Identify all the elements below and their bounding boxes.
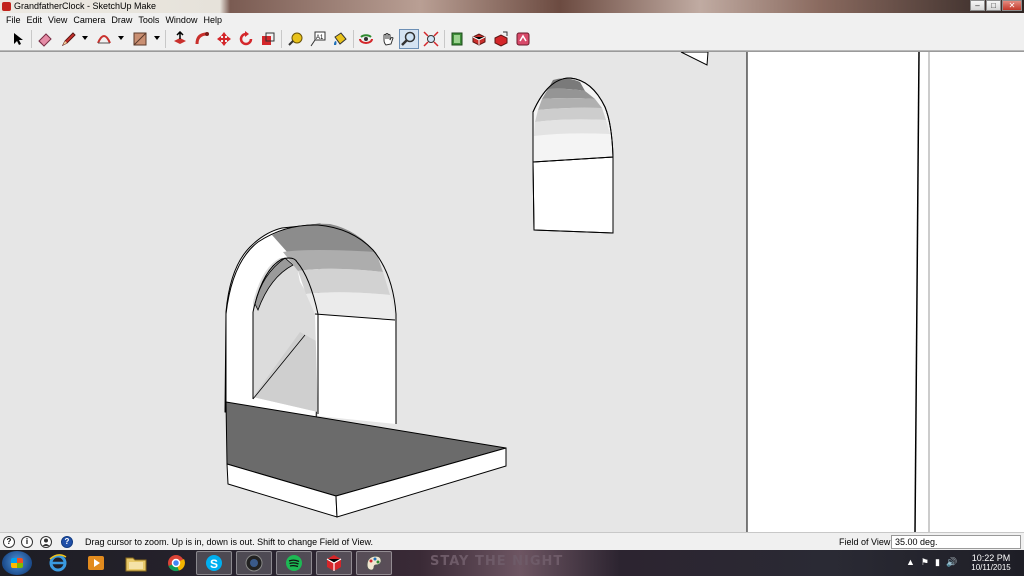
tape-measure-tool-icon[interactable] bbox=[286, 29, 306, 49]
zoom-extents-tool-icon[interactable] bbox=[421, 29, 441, 49]
model-viewport[interactable] bbox=[0, 51, 1024, 532]
pan-tool-icon[interactable] bbox=[378, 29, 398, 49]
paint-icon[interactable] bbox=[356, 551, 392, 575]
window-controls: – □ ✕ bbox=[970, 0, 1022, 11]
upper-arched-window bbox=[532, 77, 614, 234]
paint-bucket-tool-icon[interactable] bbox=[330, 29, 350, 49]
chrome-icon[interactable] bbox=[158, 551, 194, 575]
text-tool-glyph: A1 bbox=[316, 35, 324, 41]
menu-view[interactable]: View bbox=[46, 13, 71, 27]
window-title: GrandfatherClock - SketchUp Make bbox=[14, 1, 157, 11]
taskbar-wallpaper-text: STAY THE NIGHT bbox=[430, 554, 564, 569]
menu-camera[interactable]: Camera bbox=[71, 13, 109, 27]
clock-time: 10:22 PM bbox=[971, 553, 1011, 563]
system-clock[interactable]: 10:22 PM 10/11/2015 bbox=[965, 553, 1017, 573]
sketchup-app-icon bbox=[2, 2, 11, 11]
measurements-input[interactable] bbox=[891, 535, 1021, 549]
warehouse-icon[interactable] bbox=[447, 29, 467, 49]
maximize-button[interactable]: □ bbox=[986, 0, 1001, 11]
measurements-label: Field of View bbox=[839, 537, 891, 547]
scale-tool-icon[interactable] bbox=[258, 29, 278, 49]
menu-file[interactable]: File bbox=[4, 13, 25, 27]
side-panel bbox=[748, 52, 1024, 532]
menu-draw[interactable]: Draw bbox=[109, 13, 136, 27]
status-bar: ? i ? Drag cursor to zoom. Up is in, dow… bbox=[0, 532, 1024, 550]
volume-icon[interactable]: 🔊 bbox=[946, 557, 957, 568]
info-icon[interactable]: i bbox=[21, 536, 33, 548]
share-model-icon[interactable] bbox=[491, 29, 511, 49]
title-bar: GrandfatherClock - SketchUp Make – □ ✕ bbox=[0, 0, 1024, 13]
model-drawing bbox=[0, 52, 1024, 532]
pencil-line-tool-icon[interactable] bbox=[59, 29, 79, 49]
move-tool-icon[interactable] bbox=[214, 29, 234, 49]
user-icon[interactable] bbox=[40, 536, 52, 548]
system-tray: ▲ ⚑ ▮ 🔊 bbox=[906, 557, 957, 568]
windows-logo-icon bbox=[11, 558, 23, 568]
minimize-button[interactable]: – bbox=[970, 0, 985, 11]
start-button[interactable] bbox=[2, 551, 32, 575]
arc-tool-icon[interactable] bbox=[94, 29, 114, 49]
toolbar-separator bbox=[444, 30, 445, 48]
get-models-icon[interactable] bbox=[469, 29, 489, 49]
extension-warehouse-icon[interactable] bbox=[513, 29, 533, 49]
push-pull-tool-icon[interactable] bbox=[170, 29, 190, 49]
line-tool-dropdown-icon[interactable] bbox=[82, 36, 88, 40]
menu-tools[interactable]: Tools bbox=[136, 13, 163, 27]
windows-taskbar: S STAY THE NIGHT ▲ ⚑ ▮ 🔊 10:22 PM 10/11/… bbox=[0, 550, 1024, 576]
tray-expand-icon[interactable]: ▲ bbox=[906, 557, 915, 568]
toolbar-separator bbox=[165, 30, 166, 48]
skype-glyph: S bbox=[210, 557, 218, 571]
skype-icon[interactable]: S bbox=[196, 551, 232, 575]
camera-app-icon[interactable] bbox=[236, 551, 272, 575]
close-button[interactable]: ✕ bbox=[1002, 0, 1022, 11]
geo-location-icon[interactable]: ? bbox=[61, 536, 73, 548]
status-message: Drag cursor to zoom. Up is in, down is o… bbox=[85, 537, 373, 547]
action-center-icon[interactable]: ⚑ bbox=[921, 557, 929, 568]
toolbar-separator bbox=[281, 30, 282, 48]
rotate-tool-icon[interactable] bbox=[236, 29, 256, 49]
menu-bar: File Edit View Camera Draw Tools Window … bbox=[0, 13, 1024, 27]
arc-tool-dropdown-icon[interactable] bbox=[118, 36, 124, 40]
select-tool-icon[interactable] bbox=[8, 29, 28, 49]
follow-me-tool-icon[interactable] bbox=[192, 29, 212, 49]
network-icon[interactable]: ▮ bbox=[935, 557, 940, 568]
toolbar-separator bbox=[353, 30, 354, 48]
clock-date: 10/11/2015 bbox=[971, 563, 1011, 572]
menu-help[interactable]: Help bbox=[201, 13, 226, 27]
media-player-icon[interactable] bbox=[78, 551, 114, 575]
eraser-tool-icon[interactable] bbox=[35, 29, 55, 49]
spotify-icon[interactable] bbox=[276, 551, 312, 575]
file-explorer-icon[interactable] bbox=[118, 551, 154, 575]
getting-started-toolbar: A1 bbox=[0, 27, 1024, 51]
text-tool-icon[interactable]: A1 bbox=[308, 29, 328, 49]
lower-arched-opening bbox=[224, 223, 397, 428]
orbit-tool-icon[interactable] bbox=[356, 29, 376, 49]
help-icon[interactable]: ? bbox=[3, 536, 15, 548]
zoom-tool-icon[interactable] bbox=[399, 29, 419, 49]
rectangle-tool-icon[interactable] bbox=[130, 29, 150, 49]
internet-explorer-icon[interactable] bbox=[40, 551, 76, 575]
shapes-dropdown-icon[interactable] bbox=[154, 36, 160, 40]
menu-window[interactable]: Window bbox=[163, 13, 201, 27]
menu-edit[interactable]: Edit bbox=[25, 13, 47, 27]
sketchup-icon[interactable] bbox=[316, 551, 352, 575]
toolbar-separator bbox=[31, 30, 32, 48]
